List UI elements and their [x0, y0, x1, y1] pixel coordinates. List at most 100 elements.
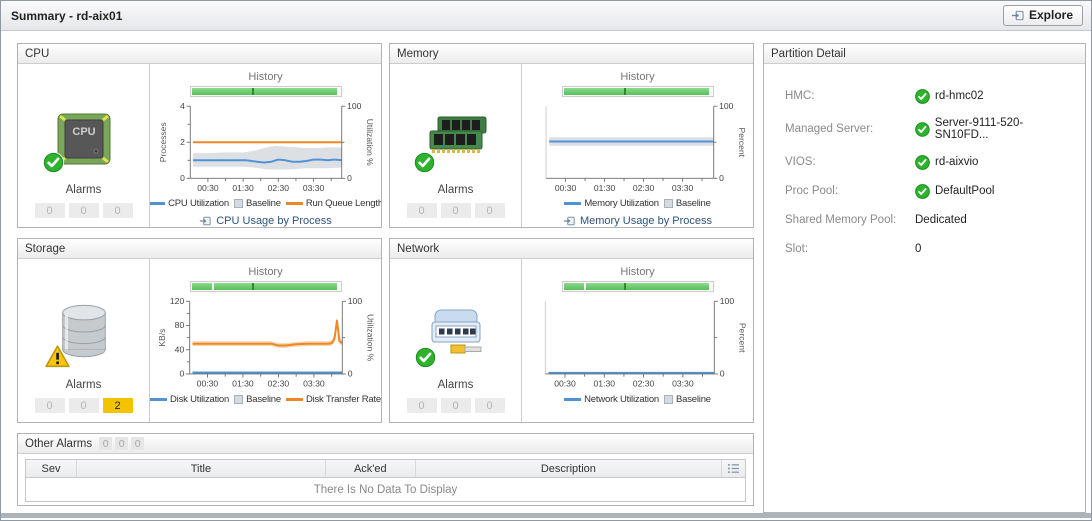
svg-text:01:30: 01:30: [593, 379, 615, 389]
alarm-count-box[interactable]: 0: [441, 203, 471, 218]
main-content: CPU CPU: [1, 31, 1091, 513]
alarms-label: Alarms: [438, 379, 474, 391]
svg-text:03:30: 03:30: [672, 379, 694, 389]
status-ok-icon: [915, 155, 930, 170]
svg-text:4: 4: [180, 101, 185, 111]
alarm-count-box[interactable]: 0: [35, 398, 65, 413]
column-header-sev[interactable]: Sev: [26, 463, 76, 475]
row-label: VIOS:: [785, 156, 915, 168]
other-alarms-badges: 0 0 0: [99, 437, 144, 450]
partition-detail-panel: Partition Detail HMC: rd-hmc02: [763, 43, 1086, 513]
memory-panel-header: Memory: [390, 44, 753, 64]
explore-button[interactable]: Explore: [1003, 5, 1083, 26]
network-panel: Network: [389, 238, 754, 423]
svg-text:CPU: CPU: [72, 126, 95, 138]
svg-text:2: 2: [180, 137, 185, 147]
cpu-status-area: CPU Alarms 0 0: [18, 64, 150, 227]
alarms-label: Alarms: [66, 184, 102, 196]
cpu-history-bar: [190, 86, 342, 97]
partition-row-slot: Slot: 0: [785, 241, 1075, 257]
svg-text:40: 40: [174, 344, 184, 354]
cpu-panel-title: CPU: [25, 48, 49, 60]
alarm-count-box[interactable]: 0: [475, 398, 505, 413]
alarm-count-box[interactable]: 0: [407, 398, 437, 413]
svg-text:Processes: Processes: [157, 122, 167, 162]
svg-text:02:30: 02:30: [267, 183, 289, 193]
alarm-count-box[interactable]: 2: [103, 398, 133, 413]
svg-text:0: 0: [179, 369, 184, 379]
metrics-area: CPU CPU: [17, 43, 754, 513]
svg-text:01:30: 01:30: [593, 183, 615, 193]
title-bar: Summary - rd-aix01 Explore: [1, 1, 1091, 31]
cpu-chart-legend: CPU UtilizationBaselineRun Queue Length: [150, 198, 381, 209]
alarm-count-box[interactable]: 0: [69, 398, 99, 413]
row-label: Shared Memory Pool:: [785, 214, 915, 226]
history-label: History: [248, 266, 282, 278]
svg-text:Utilization %: Utilization %: [365, 314, 374, 362]
memory-history-area: History 0100Percent00:3001:3002:3003:30 …: [522, 64, 753, 227]
svg-text:03:30: 03:30: [303, 379, 325, 389]
storage-chart: 04080120KB/s0100Utilization %00:3001:300…: [157, 294, 375, 394]
storage-history-bar: [190, 281, 342, 292]
partition-row-shared-memory-pool: Shared Memory Pool: Dedicated: [785, 212, 1075, 228]
column-chooser-icon[interactable]: [721, 460, 745, 477]
memory-chart-legend: Memory UtilizationBaseline: [522, 198, 753, 209]
row-value: rd-hmc02: [935, 90, 984, 102]
svg-text:Utilization %: Utilization %: [364, 119, 374, 166]
storage-history-area: History 04080120KB/s0100Utilization %00:…: [150, 259, 381, 422]
svg-text:0: 0: [719, 369, 724, 379]
link-label: CPU Usage by Process: [216, 215, 332, 227]
status-warning-icon: [44, 344, 71, 369]
svg-text:02:30: 02:30: [267, 379, 289, 389]
row-value: DefaultPool: [935, 185, 994, 197]
drilldown-icon: [563, 215, 575, 227]
storage-panel-title: Storage: [25, 243, 65, 255]
svg-text:0: 0: [719, 173, 724, 183]
svg-text:02:30: 02:30: [632, 183, 654, 193]
svg-text:01:30: 01:30: [232, 183, 254, 193]
status-ok-icon: [915, 184, 930, 199]
dashboard-window: Summary - rd-aix01 Explore CPU: [0, 0, 1092, 521]
network-history-area: History 0100Percent00:3001:3002:3003:30 …: [522, 259, 753, 422]
alarm-count-box[interactable]: 0: [69, 203, 99, 218]
storage-chart-legend: Disk UtilizationBaselineDisk Transfer Ra…: [150, 394, 381, 405]
cpu-panel: CPU CPU: [17, 43, 382, 228]
other-alarms-table: Sev Title Ack'ed Description There I: [25, 459, 746, 502]
memory-status-area: Alarms 0 0 0: [390, 64, 522, 227]
explore-label: Explore: [1029, 8, 1073, 22]
network-alarm-counts: 0 0 0: [407, 398, 505, 413]
partition-detail-body: HMC: rd-hmc02 Managed Server:: [764, 64, 1085, 257]
cpu-chart: 024Processes0100Utilization %00:3001:300…: [157, 99, 375, 198]
svg-text:120: 120: [169, 296, 184, 306]
cpu-alarm-counts: 0 0 0: [35, 203, 133, 218]
svg-text:100: 100: [347, 296, 362, 306]
svg-text:100: 100: [347, 101, 362, 111]
alarm-count-box[interactable]: 0: [441, 398, 471, 413]
cpu-history-area: History 024Processes0100Utilization %00:…: [150, 64, 381, 227]
alarm-count-box[interactable]: 0: [407, 203, 437, 218]
alarm-count-box[interactable]: 0: [103, 203, 133, 218]
other-alarms-panel: Other Alarms 0 0 0 Sev Title Ack'ed Desc…: [17, 433, 754, 506]
svg-text:00:30: 00:30: [554, 183, 576, 193]
column-header-acked[interactable]: Ack'ed: [325, 460, 415, 477]
cpu-usage-by-process-link[interactable]: CPU Usage by Process: [199, 215, 332, 227]
column-header-description[interactable]: Description: [415, 460, 721, 477]
alarm-count-box[interactable]: 0: [475, 203, 505, 218]
other-alarms-table-header: Sev Title Ack'ed Description: [26, 460, 745, 478]
partition-row-managed-server: Managed Server: Server-9111-520-SN10FD..…: [785, 117, 1075, 141]
partition-row-vios: VIOS: rd-aixvio: [785, 154, 1075, 170]
storage-panel: Storage: [17, 238, 382, 423]
alarm-badge: 0: [99, 437, 112, 450]
partition-row-hmc: HMC: rd-hmc02: [785, 88, 1075, 104]
storage-alarm-counts: 0 0 2: [35, 398, 133, 413]
svg-text:03:30: 03:30: [671, 183, 693, 193]
column-header-title[interactable]: Title: [76, 460, 325, 477]
memory-alarm-counts: 0 0 0: [407, 203, 505, 218]
window-bottom-edge: [1, 513, 1091, 518]
alarm-count-box[interactable]: 0: [35, 203, 65, 218]
status-ok-icon: [915, 89, 930, 104]
svg-text:80: 80: [174, 320, 184, 330]
svg-text:100: 100: [719, 296, 734, 306]
svg-text:00:30: 00:30: [554, 379, 576, 389]
memory-usage-by-process-link[interactable]: Memory Usage by Process: [563, 215, 712, 227]
